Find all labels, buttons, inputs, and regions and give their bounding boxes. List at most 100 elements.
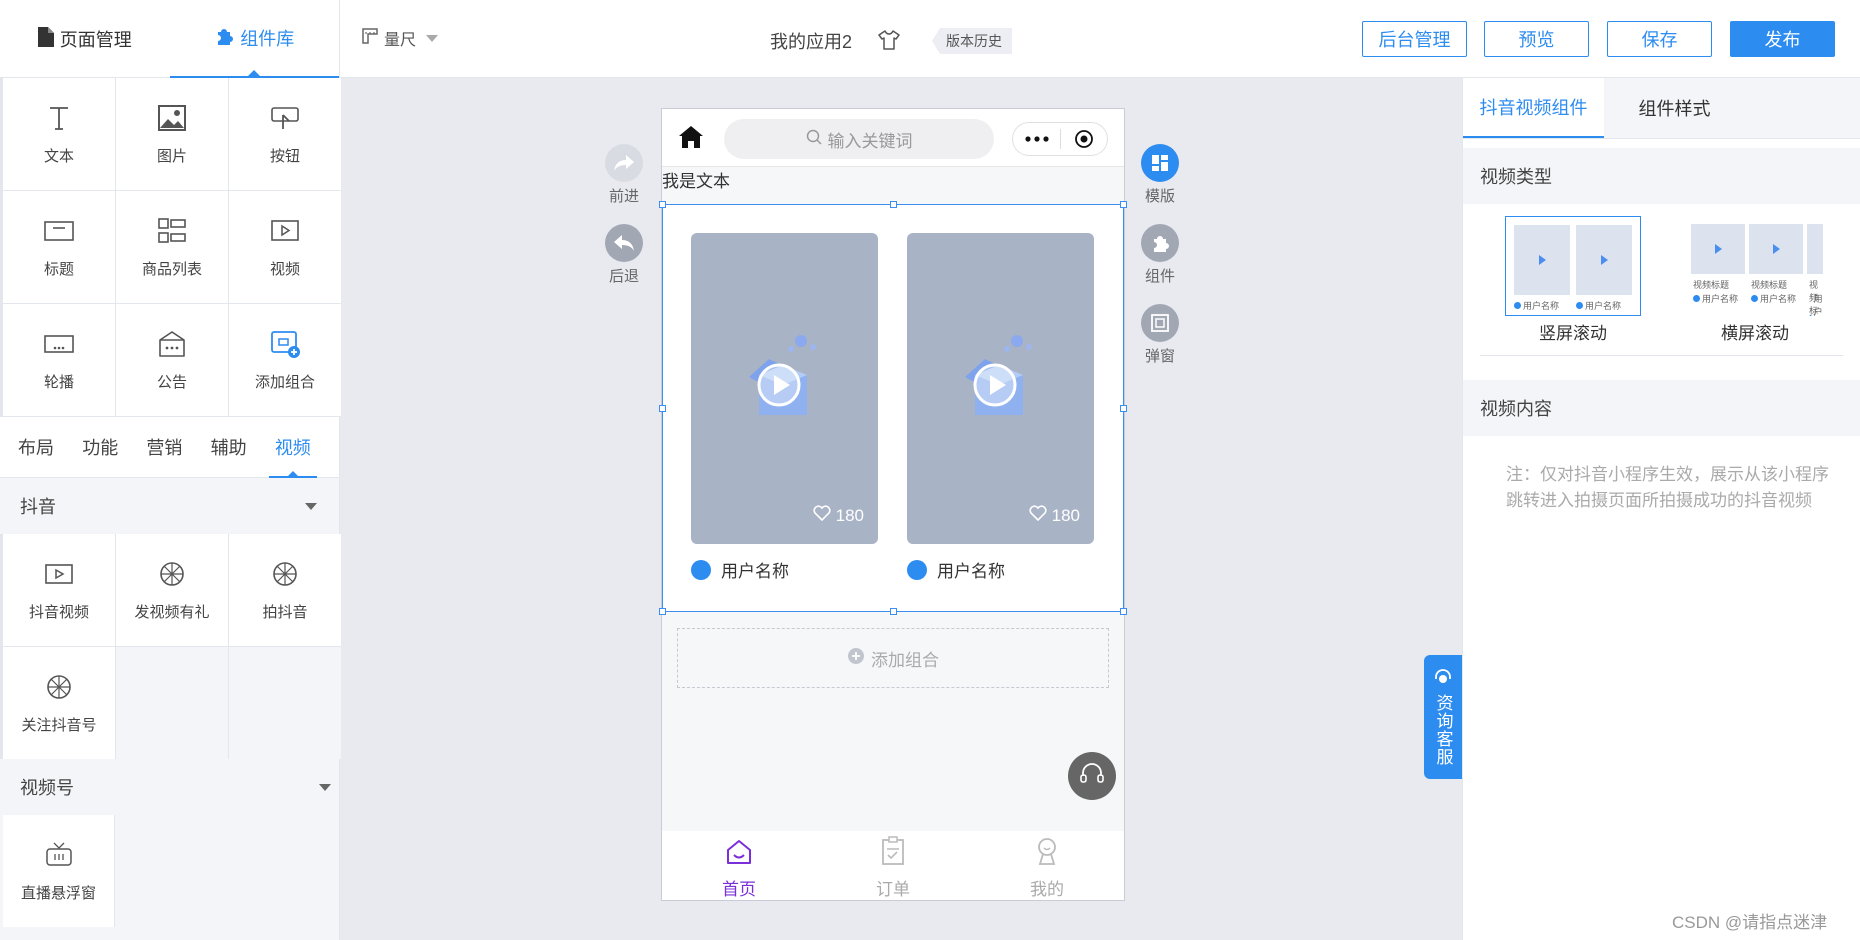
- component-label: 直播悬浮窗: [20, 884, 96, 902]
- component-video[interactable]: 视频: [229, 191, 341, 303]
- video-card[interactable]: 180: [691, 233, 878, 544]
- save-button[interactable]: 保存: [1607, 21, 1712, 57]
- heart-icon: [813, 505, 831, 526]
- home-icon[interactable]: [678, 125, 704, 154]
- component-label: 公告: [156, 373, 187, 391]
- component-label: 图片: [156, 147, 187, 165]
- resize-handle[interactable]: [1120, 405, 1127, 412]
- channels-section-header[interactable]: 视频号: [0, 759, 339, 815]
- douyin-section-header[interactable]: 抖音: [0, 478, 339, 534]
- component-product-list[interactable]: 商品列表: [116, 191, 228, 303]
- version-history-tag[interactable]: 版本历史: [932, 28, 1012, 54]
- forward-label: 前进: [608, 188, 639, 205]
- resize-handle[interactable]: [659, 201, 666, 208]
- divider: [1480, 355, 1843, 356]
- forward-button[interactable]: 前进: [605, 144, 643, 206]
- style-horizontal-scroll[interactable]: 视频标题 视频标题 视频标题 用户名称 用户名称 用户名称 横屏滚动: [1687, 216, 1823, 344]
- ruler-icon: [362, 27, 378, 49]
- component-shoot-douyin[interactable]: 拍抖音: [229, 534, 341, 646]
- tab-component-style[interactable]: 组件样式: [1604, 78, 1745, 138]
- component-label: 轮播: [43, 373, 74, 391]
- category-marketing[interactable]: 营销: [146, 416, 210, 478]
- mini-video: [1514, 225, 1570, 295]
- component-follow-douyin[interactable]: 关注抖音号: [3, 647, 115, 759]
- mini-user: 用户名称: [1514, 299, 1559, 312]
- component-notice[interactable]: 公告: [116, 304, 228, 416]
- component-label: 关注抖音号: [21, 716, 97, 734]
- resize-handle[interactable]: [890, 201, 897, 208]
- category-function[interactable]: 功能: [82, 416, 146, 478]
- video-type-options: 用户名称 用户名称 竖屏滚动 视频标题 视频标题 视频标题 用户名称 用户名称 …: [1463, 204, 1860, 358]
- component-button[interactable]: 组件: [1141, 224, 1179, 286]
- mini-user: 用户名称: [1693, 292, 1738, 305]
- ruler-dropdown[interactable]: 量尺: [362, 26, 439, 50]
- component-title[interactable]: 标题: [3, 191, 115, 303]
- puzzle-icon: [214, 26, 234, 51]
- component-live-float[interactable]: 直播悬浮窗: [3, 815, 115, 927]
- video-user: 用户名称: [691, 557, 789, 582]
- mini-user: 用户名称: [1576, 299, 1621, 312]
- category-video[interactable]: 视频: [268, 416, 339, 478]
- component-douyin-video[interactable]: 抖音视频: [3, 534, 115, 646]
- aperture-icon: [157, 559, 187, 593]
- publish-button[interactable]: 发布: [1730, 21, 1835, 57]
- template-button[interactable]: 模版: [1141, 144, 1179, 206]
- more-icon[interactable]: [1013, 136, 1060, 142]
- component-label: 发视频有礼: [134, 603, 210, 621]
- tab-component-library[interactable]: 组件库: [169, 0, 339, 78]
- text-block[interactable]: 我是文本: [662, 167, 1124, 203]
- resize-handle[interactable]: [659, 608, 666, 615]
- video-content-note: 注：仅对抖音小程序生效，展示从该小程序跳转进入拍摄页面所拍摄成功的抖音视频: [1506, 465, 1829, 510]
- category-auxiliary[interactable]: 辅助: [211, 416, 275, 478]
- category-layout[interactable]: 布局: [18, 416, 82, 478]
- video-card[interactable]: 180: [907, 233, 1094, 544]
- mini-user-name: 用户名称: [1702, 294, 1739, 304]
- back-button[interactable]: 后退: [605, 224, 643, 286]
- resize-handle[interactable]: [1120, 608, 1127, 615]
- style-vertical-scroll[interactable]: 用户名称 用户名称 竖屏滚动: [1505, 216, 1641, 344]
- tab-mine[interactable]: 我的: [970, 831, 1124, 900]
- resize-handle[interactable]: [1120, 201, 1127, 208]
- theme-shirt-icon[interactable]: [878, 30, 900, 55]
- tab-order[interactable]: 订单: [816, 831, 970, 900]
- aperture-icon: [44, 672, 74, 706]
- video-icon: [44, 559, 74, 593]
- component-image[interactable]: 图片: [116, 78, 228, 190]
- search-bar[interactable]: 输入关键词: [724, 119, 994, 159]
- button-icon: [270, 103, 300, 137]
- admin-button[interactable]: 后台管理: [1362, 21, 1467, 57]
- consult-service-tab[interactable]: 资询客服: [1424, 655, 1462, 779]
- tab-douyin-video-component[interactable]: 抖音视频组件: [1463, 78, 1604, 138]
- component-text[interactable]: 文本: [3, 78, 115, 190]
- mini-user: 用户名称: [1809, 292, 1823, 316]
- order-icon: [879, 836, 907, 871]
- tab-label: 我的: [1030, 880, 1064, 899]
- douyin-components-grid: 抖音视频 发视频有礼 拍抖音 关注抖音号: [0, 534, 341, 759]
- style-label: 横屏滚动: [1721, 324, 1789, 343]
- mini-user-name: 用户名称: [1813, 294, 1823, 316]
- customer-service-button[interactable]: [1068, 752, 1116, 800]
- tab-page-management[interactable]: 页面管理: [0, 0, 170, 78]
- avatar: [691, 559, 711, 580]
- text-icon: [44, 103, 74, 137]
- component-carousel[interactable]: 轮播: [3, 304, 115, 416]
- phone-preview: 输入关键词 我是文本 180 用户名称 180 用户名称 添加组合 首页 订单 …: [659, 108, 1127, 901]
- mini-title: 视频标题: [1751, 280, 1788, 290]
- tab-home[interactable]: 首页: [662, 831, 816, 900]
- video-placeholder-icon: [739, 333, 829, 428]
- resize-handle[interactable]: [659, 405, 666, 412]
- popup-icon: [1141, 304, 1179, 342]
- component-add-combo[interactable]: 添加组合: [229, 304, 341, 416]
- preview-button[interactable]: 预览: [1484, 21, 1589, 57]
- component-button[interactable]: 按钮: [229, 78, 341, 190]
- add-combo-icon: [270, 329, 300, 363]
- douyin-video-component[interactable]: 180 用户名称 180 用户名称: [659, 201, 1127, 615]
- likes-value: 180: [835, 505, 864, 525]
- component-video-gift[interactable]: 发视频有礼: [116, 534, 228, 646]
- close-target-icon[interactable]: [1061, 129, 1107, 149]
- resize-handle[interactable]: [890, 608, 897, 615]
- popup-button[interactable]: 弹窗: [1141, 304, 1179, 366]
- add-combo-button[interactable]: 添加组合: [677, 628, 1109, 688]
- template-label: 模版: [1144, 188, 1175, 205]
- component-label: 按钮: [269, 147, 300, 165]
